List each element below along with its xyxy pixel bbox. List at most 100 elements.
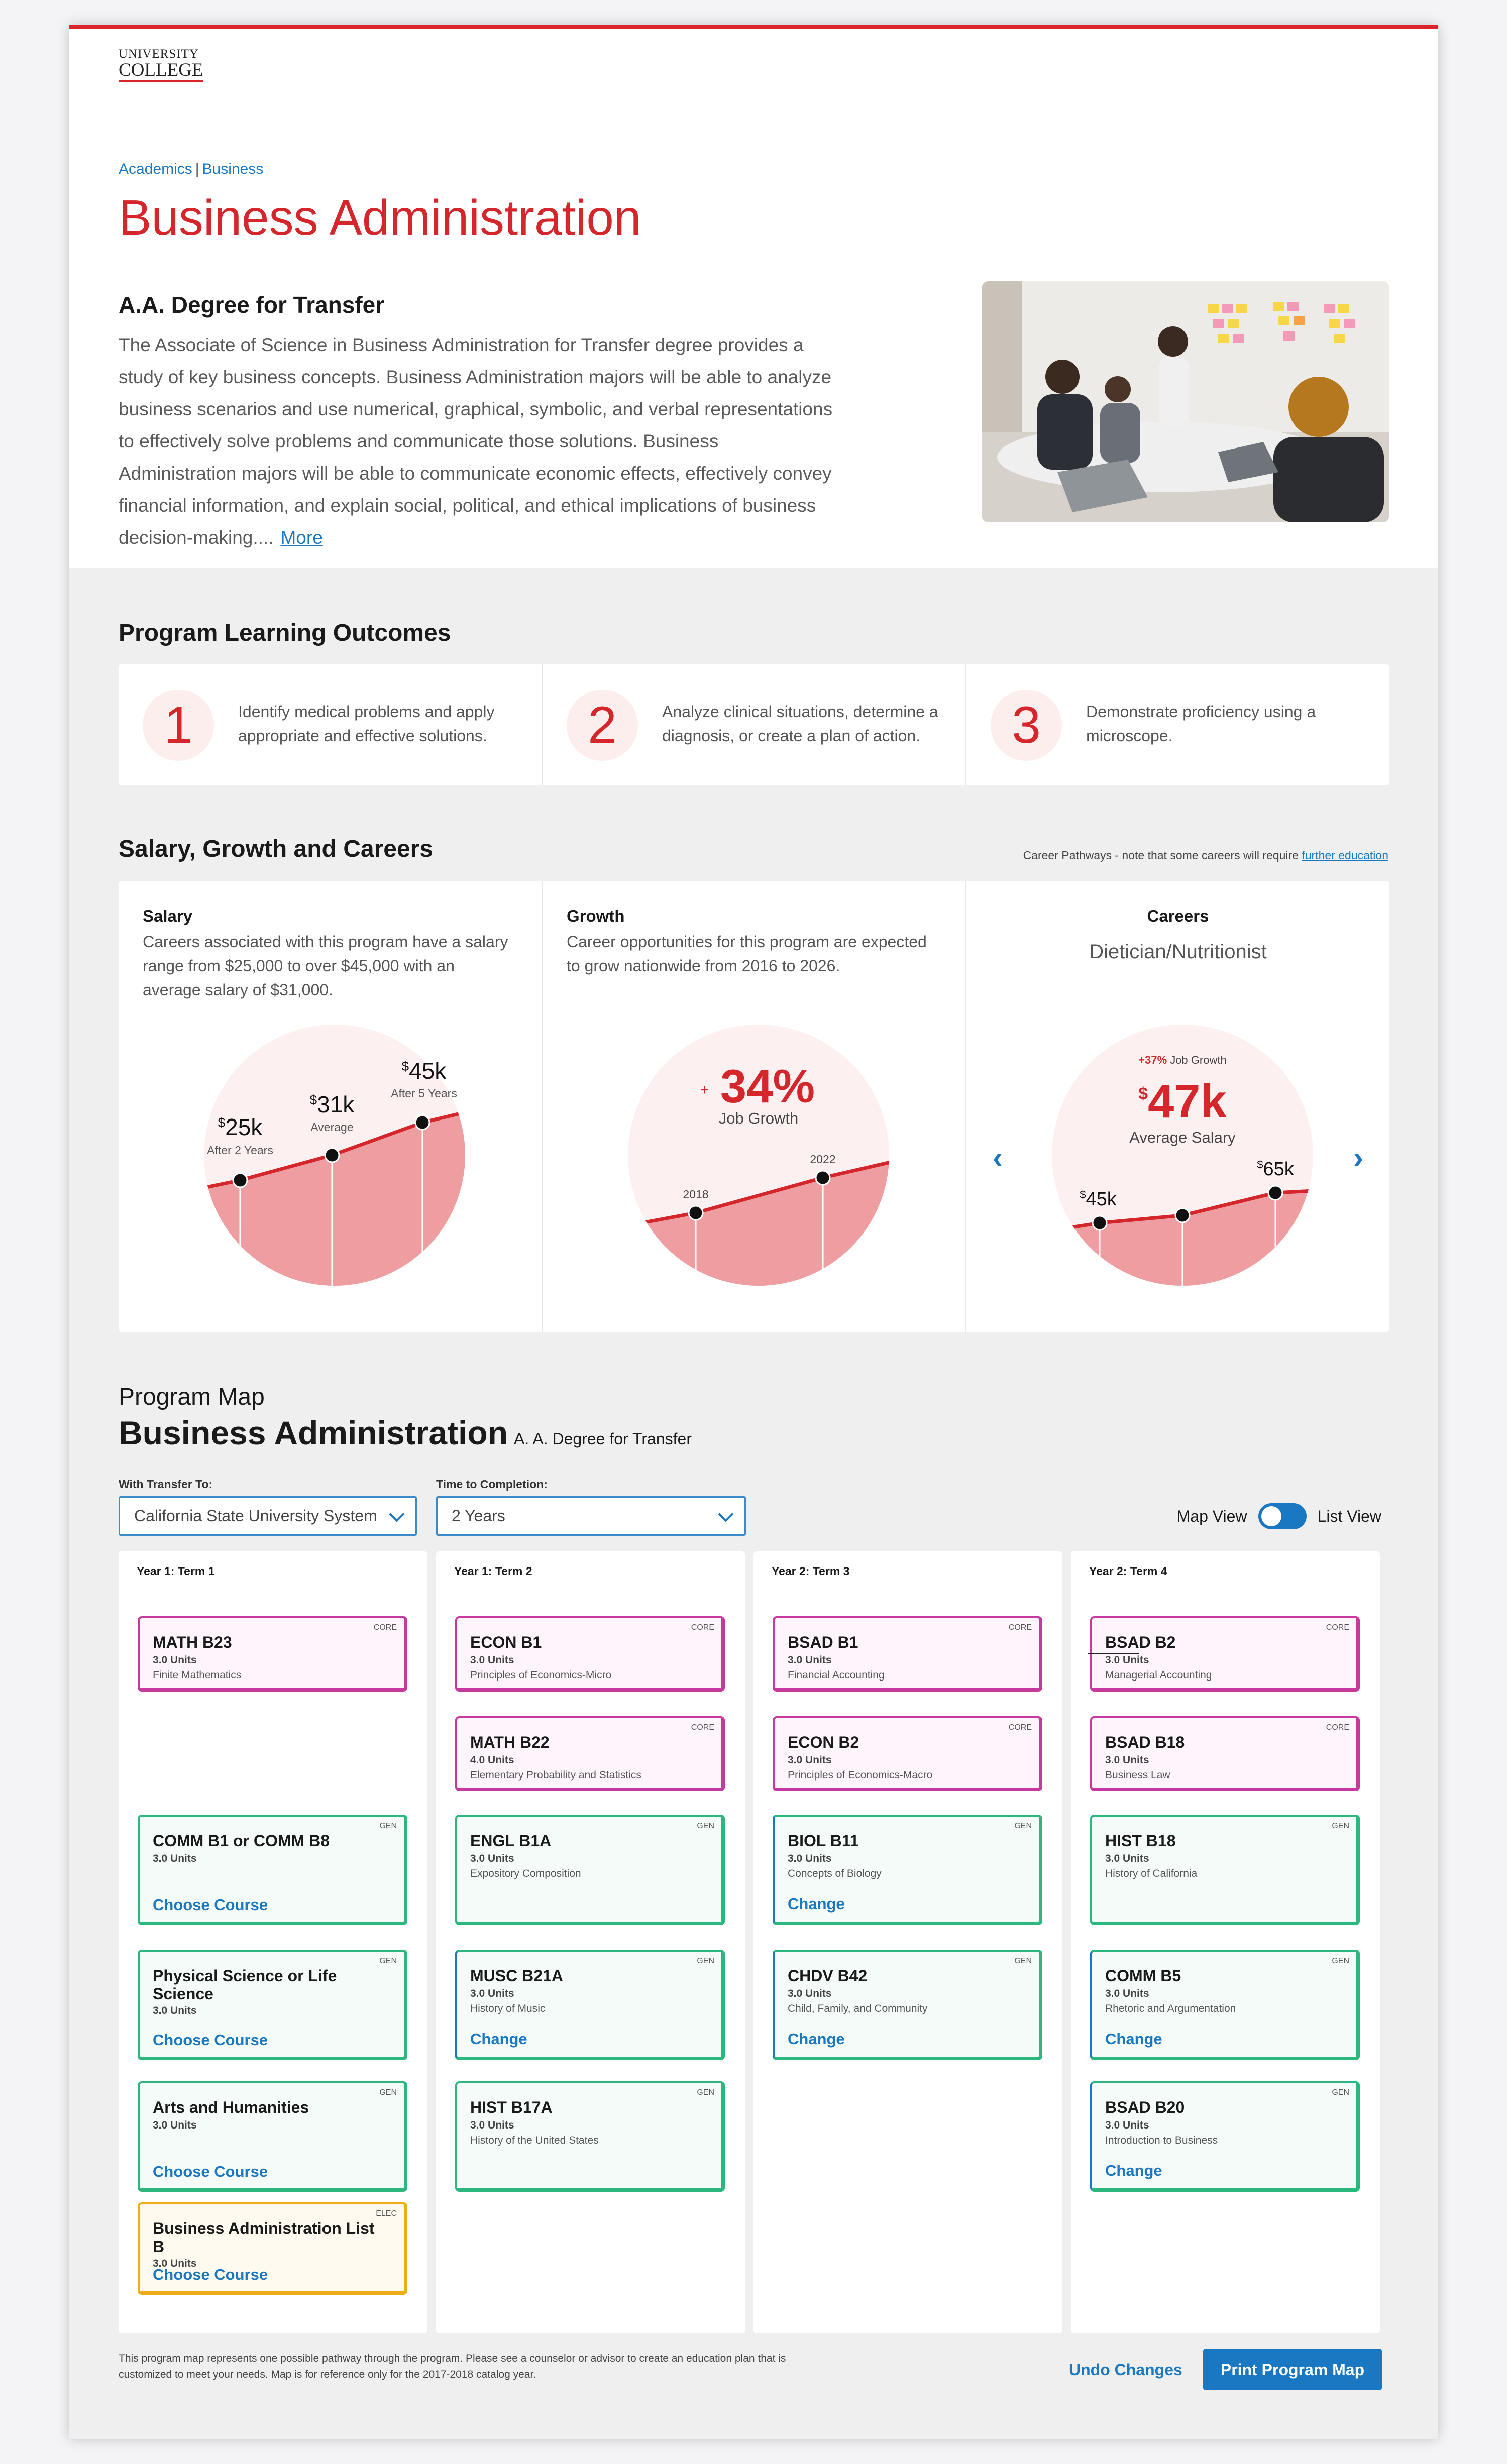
course-name: Rhetoric and Argumentation [1105, 2003, 1236, 2014]
course-card[interactable]: CORE BSAD B1 3.0 Units Financial Accounting [773, 1616, 1042, 1692]
course-card[interactable]: GEN MUSC B21A 3.0 Units History of Music Cha… [455, 1950, 725, 2060]
time-select[interactable]: 2 Years [436, 1496, 746, 1536]
course-type-tag: CORE [1326, 1623, 1349, 1632]
growth-percent: 34% [720, 1060, 815, 1112]
change-course-link[interactable]: Change [788, 2030, 845, 2048]
term-title: Year 1: Term 2 [454, 1564, 532, 1578]
data-point [688, 1205, 704, 1221]
course-card[interactable]: GEN COMM B1 or COMM B8 3.0 Units Choose Cou… [138, 1815, 407, 1925]
change-course-link[interactable]: Change [788, 1895, 845, 1913]
breadcrumb-business[interactable]: Business [202, 161, 264, 177]
program-map-name: Business Administration [119, 1414, 508, 1451]
change-course-link[interactable]: Change [470, 2030, 527, 2048]
transfer-select[interactable]: California State University System [119, 1496, 417, 1536]
career-chart: +37% Job Growth $47k Average Salary $45k … [1052, 1025, 1313, 1286]
course-code: Business Administration List B [153, 2219, 375, 2256]
data-point [324, 1147, 340, 1163]
course-units: 3.0 Units [153, 2005, 197, 2017]
career-growth-label: Job Growth [1170, 1054, 1227, 1066]
change-course-link[interactable]: Change [1105, 2030, 1162, 2048]
career-high: 65k [1263, 1159, 1294, 1180]
course-type-tag: GEN [1332, 1822, 1349, 1830]
salary-section-heading: Salary, Growth and Careers [119, 836, 434, 862]
course-name: Business Law [1105, 1769, 1170, 1781]
map-view-label[interactable]: Map View [1177, 1507, 1247, 1526]
salary-value: 25k [225, 1114, 263, 1140]
course-type-tag: GEN [379, 1822, 397, 1830]
classroom-photo [982, 281, 1389, 522]
change-course-link[interactable]: Change [1105, 2162, 1162, 2180]
breadcrumb-separator: | [195, 161, 199, 177]
salary-value: 45k [409, 1058, 447, 1084]
choose-course-link[interactable]: Choose Course [153, 1896, 268, 1914]
logo-line-1: UNIVERSITY [119, 47, 199, 61]
university-logo[interactable]: UNIVERSITY COLLEGE [119, 48, 203, 82]
careers-title: Careers [1147, 907, 1209, 925]
choose-course-link[interactable]: Choose Course [153, 2031, 268, 2049]
course-card[interactable]: GEN COMM B5 3.0 Units Rhetoric and Argument… [1090, 1950, 1360, 2060]
course-card[interactable]: GEN HIST B18 3.0 Units History of Californi… [1090, 1815, 1360, 1925]
course-code: Arts and Humanities [153, 2098, 309, 2116]
term-title: Year 2: Term 4 [1089, 1564, 1167, 1578]
course-card[interactable]: ELEC Business Administration List B 3.0 Un… [138, 2202, 407, 2295]
program-map-title: Business Administration A. A. Degree for … [119, 1414, 692, 1452]
course-code: HIST B18 [1105, 1832, 1176, 1850]
course-type-tag: GEN [379, 2088, 397, 2097]
prerequisite-connector [1088, 1653, 1139, 1654]
salary-column: Salary Careers associated with this prog… [119, 881, 543, 1332]
further-education-link[interactable]: further education [1302, 849, 1388, 862]
course-units: 3.0 Units [1105, 1754, 1149, 1766]
growth-label: Job Growth [719, 1109, 799, 1127]
course-code: COMM B5 [1105, 1967, 1181, 1985]
outcomes-card: 1 Identify medical problems and apply app… [119, 664, 1389, 785]
course-name: Principles of Economics-Micro [470, 1669, 612, 1681]
page-title: Business Administration [119, 190, 641, 245]
chevron-down-icon [718, 1506, 734, 1522]
breadcrumb-academics[interactable]: Academics [119, 161, 192, 177]
chevron-right-icon[interactable]: › [1353, 1143, 1363, 1173]
undo-changes-button[interactable]: Undo Changes [1069, 2361, 1182, 2379]
print-program-map-button[interactable]: Print Program Map [1203, 2349, 1382, 2390]
course-code: BSAD B18 [1105, 1733, 1185, 1751]
term-column: Year 1: Term 1 CORE MATH B23 3.0 Units Finit… [119, 1551, 427, 2333]
degree-description: The Associate of Science in Business Adm… [119, 329, 837, 554]
degree-subtitle: A.A. Degree for Transfer [119, 292, 385, 318]
page: UNIVERSITY COLLEGE Academics | Business Bu… [69, 25, 1438, 2439]
choose-course-link[interactable]: Choose Course [153, 2266, 268, 2284]
choose-course-link[interactable]: Choose Course [153, 2163, 268, 2181]
growth-text: Career opportunities for this program ar… [567, 933, 927, 975]
course-card[interactable]: CORE ECON B1 3.0 Units Principles of Econom… [455, 1616, 725, 1692]
course-type-tag: GEN [697, 1822, 714, 1830]
course-card[interactable]: CORE MATH B22 4.0 Units Elementary Probabil… [455, 1716, 725, 1791]
data-point [1267, 1185, 1283, 1201]
course-code: BSAD B2 [1105, 1633, 1176, 1651]
course-code: BIOL B11 [788, 1832, 859, 1850]
course-card[interactable]: CORE BSAD B18 3.0 Units Business Law [1090, 1716, 1360, 1791]
course-card[interactable]: GEN CHDV B42 3.0 Units Child, Family, and C… [773, 1950, 1042, 2060]
hero-section: UNIVERSITY COLLEGE Academics | Business Bu… [69, 29, 1438, 568]
term-column: Year 2: Term 4 CORE BSAD B2 3.0 Units Manage… [1071, 1551, 1380, 2333]
course-card[interactable]: GEN Arts and Humanities 3.0 Units Choose Co… [138, 2081, 407, 2192]
logo-line-2: COLLEGE [119, 61, 203, 82]
course-units: 3.0 Units [470, 1988, 514, 1999]
growth-chart: 2018 2022 + 34% Job Growth [628, 1025, 889, 1286]
salary-growth-careers-card: Salary Careers associated with this prog… [119, 881, 1389, 1332]
course-code: CHDV B42 [788, 1967, 868, 1985]
course-card[interactable]: CORE MATH B23 3.0 Units Finite Mathematics [138, 1616, 407, 1692]
salary-value: 31k [317, 1091, 355, 1117]
chevron-left-icon[interactable]: ‹ [993, 1143, 1003, 1173]
course-units: 3.0 Units [153, 2119, 197, 2131]
course-card[interactable]: GEN BIOL B11 3.0 Units Concepts of Biology C… [773, 1815, 1042, 1925]
careers-column: Careers Dietician/Nutritionist ‹ › +37% J… [966, 881, 1389, 1332]
list-view-label[interactable]: List View [1318, 1507, 1381, 1526]
course-code: BSAD B20 [1105, 2098, 1185, 2116]
course-code: COMM B1 or COMM B8 [153, 1832, 330, 1850]
course-card[interactable]: CORE ECON B2 3.0 Units Principles of Econom… [773, 1716, 1042, 1791]
course-card[interactable]: GEN HIST B17A 3.0 Units History of the Unit… [455, 2081, 725, 2192]
course-card[interactable]: GEN BSAD B20 3.0 Units Introduction to Busi… [1090, 2081, 1360, 2192]
course-type-tag: GEN [1014, 1957, 1032, 1965]
view-toggle[interactable] [1258, 1503, 1307, 1529]
more-link[interactable]: More [280, 527, 322, 548]
course-card[interactable]: GEN ENGL B1A 3.0 Units Expository Compositi… [455, 1815, 725, 1925]
course-card[interactable]: GEN Physical Science or Life Science 3.0 U… [138, 1950, 407, 2060]
